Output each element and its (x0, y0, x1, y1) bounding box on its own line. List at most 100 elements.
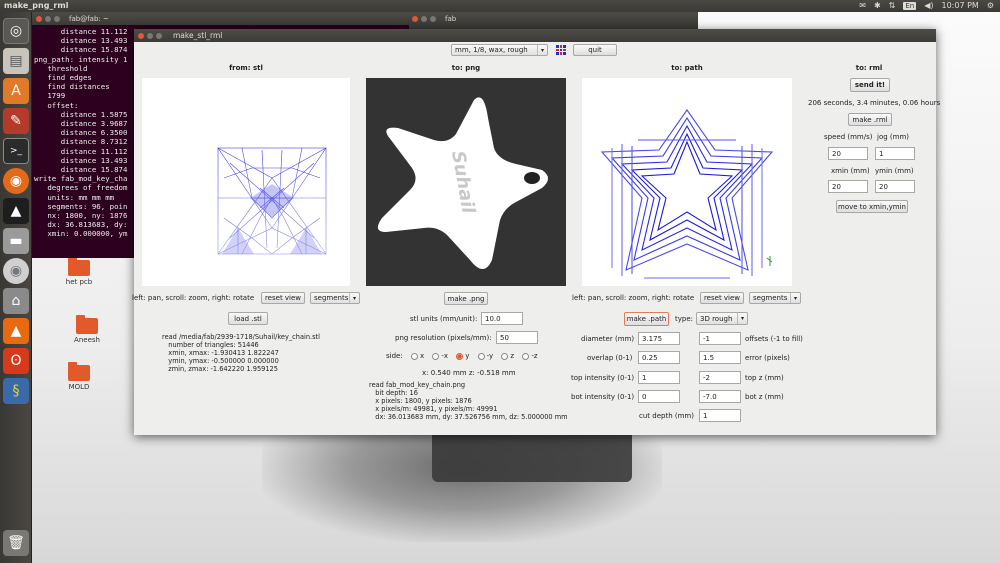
launcher: ◎ ▤ A ✎ >_ ◉ ▲ ▬ ◉ ⌂ ▲ ʘ § 🗑 (0, 12, 32, 563)
top-panel: make_png_rml ✉ ✱ ⇅ En ◀) 10:07 PM ⚙ (0, 0, 1000, 12)
files-icon[interactable]: ▤ (3, 48, 29, 74)
desktop-folder-het-pcb[interactable]: het pcb (54, 257, 104, 286)
drive-icon[interactable]: ▬ (3, 228, 29, 254)
offsets-input[interactable]: -1 (699, 332, 741, 345)
maximize-icon[interactable] (156, 32, 162, 39)
folder-icon (76, 315, 98, 334)
path-type-select[interactable]: 3D rough ▾ (696, 312, 748, 325)
bot-intensity-input[interactable]: 0 (638, 390, 680, 403)
trash-icon[interactable]: 🗑 (3, 530, 29, 556)
speed-input[interactable]: 20 (828, 147, 868, 160)
top-intensity-input[interactable]: 1 (638, 371, 680, 384)
stl-segments-select[interactable]: segments ▾ (310, 292, 360, 304)
move-to-xmin-ymin-button[interactable]: move to xmin,ymin (836, 200, 908, 213)
send-it-button[interactable]: send it! (850, 78, 890, 92)
path-reset-view-button[interactable]: reset view (700, 292, 744, 304)
keyboard-layout-indicator[interactable]: En (903, 1, 917, 10)
desktop-folder-label: Aneesh (74, 336, 100, 344)
background-window[interactable]: fab (408, 12, 698, 30)
volume-icon[interactable]: ◀) (924, 1, 933, 10)
stl-segments-value: segments (314, 294, 349, 302)
ymin-input[interactable]: 20 (875, 180, 915, 193)
png-resolution-input[interactable]: 50 (496, 331, 538, 344)
side-radio-y[interactable] (456, 352, 464, 360)
mail-icon[interactable]: ✉ (859, 1, 866, 10)
side-option-label: -y (486, 352, 494, 360)
maximize-icon[interactable] (54, 15, 60, 22)
disc-icon[interactable]: ◉ (3, 258, 29, 284)
png-star-preview: Suhail (377, 97, 548, 269)
stl-view-canvas[interactable] (142, 78, 350, 286)
vlc-icon[interactable]: ▲ (3, 318, 29, 344)
side-option-label: x (419, 352, 425, 360)
make-rml-button[interactable]: make .rml (848, 113, 892, 126)
side-radio-neg-x[interactable] (432, 352, 440, 360)
side-radio-neg-z[interactable] (522, 352, 530, 360)
ubuntu-one-icon[interactable]: ʘ (3, 348, 29, 374)
png-view-canvas[interactable]: Suhail (366, 78, 566, 286)
clock[interactable]: 10:07 PM (942, 1, 979, 10)
settings-icon[interactable]: ✎ (3, 108, 29, 134)
chevron-down-icon: ▾ (349, 293, 359, 303)
diameter-input[interactable]: 3.175 (638, 332, 680, 345)
load-stl-button[interactable]: load .stl (228, 312, 268, 325)
maximize-icon[interactable] (430, 15, 436, 22)
main-titlebar[interactable]: make_stl_rml (134, 29, 936, 42)
close-icon[interactable] (36, 15, 42, 22)
stl-units-input[interactable]: 10.0 (481, 312, 523, 325)
window-title: fab (445, 14, 457, 23)
firefox-icon[interactable]: ◉ (3, 168, 29, 194)
png-resolution-label: png resolution (pixels/mm): (395, 334, 492, 342)
usb-icon[interactable]: ⌂ (3, 288, 29, 314)
window-title: fab@fab: ~ (69, 14, 109, 23)
side-option-label: y (465, 352, 470, 360)
bot-intensity-label: bot intensity (0-1) (571, 393, 635, 401)
side-radio-x[interactable] (410, 352, 418, 360)
side-option-label: -z (531, 352, 538, 360)
grid-icon[interactable] (556, 45, 566, 55)
xmin-input[interactable]: 20 (828, 180, 868, 193)
stl-reset-view-button[interactable]: reset view (261, 292, 305, 304)
make-png-button[interactable]: make .png (444, 292, 488, 305)
python-icon[interactable]: § (3, 378, 29, 404)
minimize-icon[interactable] (147, 32, 153, 39)
stl-units-label: stl units (mm/unit): (410, 315, 478, 323)
inkscape-icon[interactable]: ▲ (3, 198, 29, 224)
software-center-icon[interactable]: A (3, 78, 29, 104)
png-info-text: read fab_mod_key_chain.png bit depth: 16… (369, 381, 568, 421)
chevron-down-icon: ▾ (737, 313, 747, 324)
close-icon[interactable] (412, 15, 418, 22)
background-window-titlebar[interactable]: fab (408, 12, 698, 25)
make-stl-rml-window[interactable]: make_stl_rml mm, 1/8, wax, rough ▾ quit … (132, 29, 940, 435)
make-path-button[interactable]: make .path (624, 312, 669, 326)
jog-input[interactable]: 1 (875, 147, 915, 160)
time-estimate: 206 seconds, 3.4 minutes, 0.06 hours (808, 99, 941, 107)
side-radio-neg-y[interactable] (477, 352, 485, 360)
overlap-input[interactable]: 0.25 (638, 351, 680, 364)
material-select[interactable]: mm, 1/8, wax, rough ▾ (451, 44, 548, 56)
terminal-titlebar[interactable]: fab@fab: ~ (32, 12, 409, 25)
minimize-icon[interactable] (45, 15, 51, 22)
side-radio-z[interactable] (501, 352, 509, 360)
ubuntu-icon[interactable]: ◎ (3, 18, 29, 44)
minimize-icon[interactable] (421, 15, 427, 22)
power-gear-icon[interactable]: ⚙ (987, 1, 994, 10)
desktop-folder-mold[interactable]: MOLD (54, 362, 104, 391)
ymin-label: ymin (mm) (875, 167, 914, 175)
cut-depth-input[interactable]: 1 (699, 409, 741, 422)
desktop-folder-label: het pcb (65, 278, 93, 286)
close-icon[interactable] (138, 32, 144, 39)
error-input[interactable]: 1.5 (699, 351, 741, 364)
toolpath-preview (600, 109, 774, 279)
xmin-label: xmin (mm) (831, 167, 870, 175)
quit-button[interactable]: quit (573, 44, 617, 56)
desktop-folder-aneesh[interactable]: Aneesh (62, 315, 112, 344)
top-z-input[interactable]: -2 (699, 371, 741, 384)
path-segments-select[interactable]: segments ▾ (749, 292, 801, 304)
path-view-canvas[interactable] (582, 78, 792, 286)
terminal-icon[interactable]: >_ (3, 138, 29, 164)
bot-z-input[interactable]: -7.0 (699, 390, 741, 403)
bluetooth-icon[interactable]: ✱ (874, 1, 881, 10)
network-icon[interactable]: ⇅ (889, 1, 896, 10)
side-radio-group: side: x -x y -y z -z (386, 352, 538, 360)
